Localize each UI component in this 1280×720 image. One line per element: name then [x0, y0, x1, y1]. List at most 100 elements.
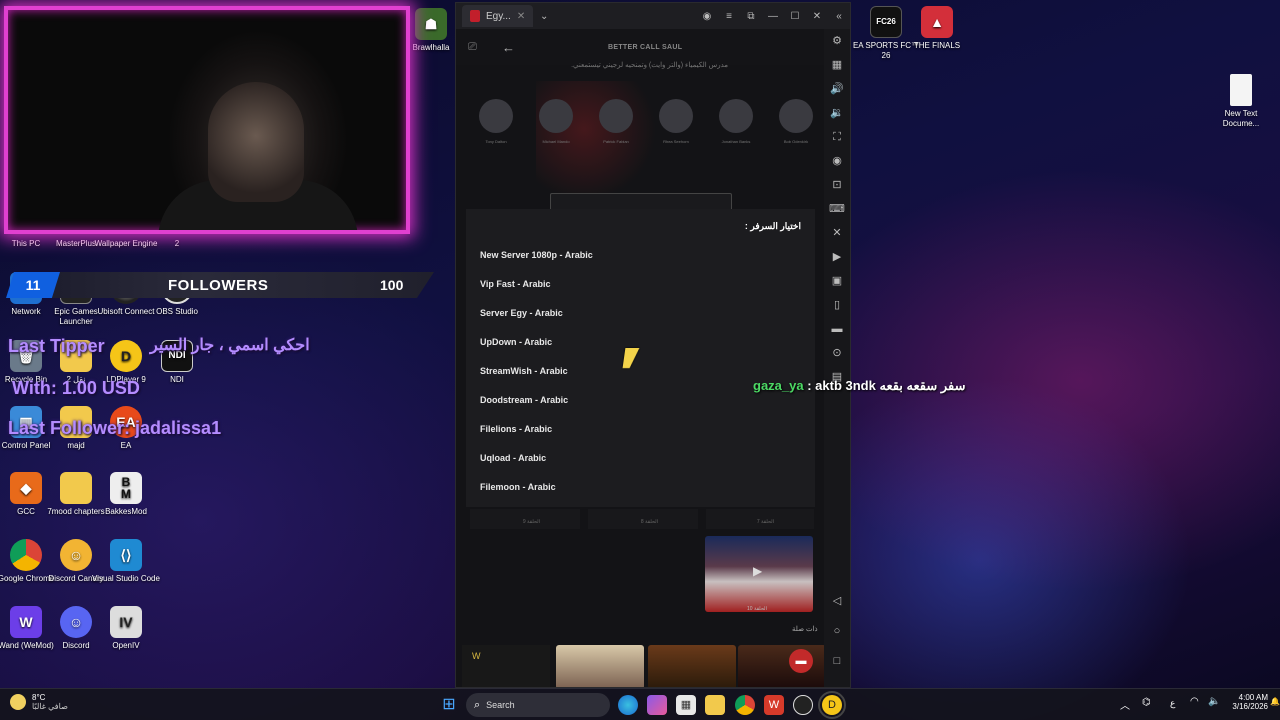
- cast-member[interactable]: Jonathan Banks: [716, 99, 756, 144]
- discord-canary-icon: ☺: [60, 539, 92, 571]
- episode-card[interactable]: الحلقة 9: [470, 509, 580, 529]
- server-option[interactable]: Vip Fast - Arabic: [480, 279, 551, 289]
- maximize-icon[interactable]: ☐: [784, 11, 806, 22]
- back-arrow-icon[interactable]: ←: [502, 40, 515, 55]
- last-tipper-label: Last Tipper: [8, 336, 105, 356]
- keyboard-icon[interactable]: ▦: [824, 53, 850, 77]
- weather-widget[interactable]: 8°C صافي غالبًا: [10, 693, 68, 711]
- cast-member[interactable]: Michael Mando: [536, 99, 576, 144]
- search-icon: ⌕: [474, 698, 481, 711]
- obs-taskbar-icon[interactable]: [793, 695, 813, 715]
- file-explorer-icon[interactable]: [705, 695, 725, 715]
- follower-counter-badge: 11: [6, 272, 60, 298]
- wifi-icon[interactable]: ◠: [1190, 696, 1199, 707]
- android-home-icon[interactable]: ○: [824, 619, 850, 643]
- emulator-window[interactable]: Egy... ✕ ⌄ ◉ ≡ ⧉ — ☐ ✕ « ⎚ ← BETTER CALL…: [455, 2, 851, 688]
- gcc-icon: ◆: [10, 472, 42, 504]
- wps-icon[interactable]: W: [764, 695, 784, 715]
- followers-label: FOLLOWERS: [168, 276, 269, 294]
- collapse-sidebar-icon[interactable]: «: [828, 11, 850, 22]
- desktop-icon-bakkesmod[interactable]: BM BakkesMod: [91, 472, 161, 517]
- record-icon[interactable]: ◉: [824, 149, 850, 173]
- settings-icon[interactable]: ⚙: [824, 29, 850, 53]
- apk-icon[interactable]: ▣: [824, 269, 850, 293]
- emulator-titlebar[interactable]: Egy... ✕ ⌄ ◉ ≡ ⧉ — ☐ ✕ «: [456, 3, 850, 29]
- server-option[interactable]: Filelions - Arabic: [480, 424, 552, 434]
- language-indicator[interactable]: ع: [1170, 698, 1175, 709]
- icon-label: NDI: [170, 375, 184, 384]
- last-follower: Last Follower: jadalissa1: [8, 418, 222, 438]
- cast-member[interactable]: Tony Dalton: [476, 99, 516, 144]
- chrome-taskbar-icon[interactable]: [735, 695, 755, 715]
- copilot-icon[interactable]: [647, 695, 667, 715]
- minimize-icon[interactable]: —: [762, 11, 784, 22]
- screenshot-icon[interactable]: ⊡: [824, 173, 850, 197]
- desktop-icon-the-finals[interactable]: ▲ THE FINALS: [902, 6, 972, 51]
- mouse-cursor-icon: [622, 348, 640, 368]
- clock[interactable]: 4:00 AM 3/16/2026: [1224, 693, 1268, 711]
- volume-icon[interactable]: 🔈: [1208, 696, 1220, 707]
- related-thumb[interactable]: [648, 645, 736, 687]
- video-icon[interactable]: ▶: [824, 245, 850, 269]
- cast-member[interactable]: Bob Odenkirk: [776, 99, 816, 144]
- server-option[interactable]: Server Egy - Arabic: [480, 308, 563, 318]
- taskbar-search[interactable]: ⌕ Search: [466, 693, 610, 717]
- tray-app-icon[interactable]: ⌬: [1142, 697, 1151, 708]
- emulator-tab[interactable]: Egy... ✕: [462, 5, 534, 27]
- search-placeholder: Search: [486, 700, 515, 710]
- episode-10-card[interactable]: ▶ الحلقة 10: [705, 536, 813, 612]
- android-back-icon[interactable]: ◁: [824, 589, 850, 613]
- fullscreen-icon[interactable]: ⛶: [824, 125, 850, 149]
- server-option[interactable]: UpDown - Arabic: [480, 337, 552, 347]
- folder-icon[interactable]: ▬: [824, 317, 850, 341]
- app-content: ⎚ ← BETTER CALL SAUL مدرس الكيمياء (والت…: [456, 29, 824, 687]
- android-recents-icon[interactable]: □: [824, 649, 850, 673]
- chat-fab[interactable]: ▬: [789, 649, 813, 673]
- server-selection-panel[interactable]: اختيار السرفر : New Server 1080p - Arabi…: [466, 209, 815, 507]
- server-option[interactable]: Uqload - Arabic: [480, 453, 546, 463]
- edge-icon[interactable]: [618, 695, 638, 715]
- episode-label: الحلقة 9: [522, 519, 540, 525]
- related-thumb[interactable]: W: [462, 645, 550, 687]
- cast-avatar: [599, 99, 633, 133]
- cast-name: Patrick Fabian: [603, 139, 629, 144]
- account-icon[interactable]: ◉: [696, 11, 718, 22]
- show-title: BETTER CALL SAUL: [608, 43, 683, 51]
- cast-member[interactable]: Rhea Seehorn: [656, 99, 696, 144]
- server-option[interactable]: Doodstream - Arabic: [480, 395, 568, 405]
- volume-down-icon[interactable]: 🔉: [824, 101, 850, 125]
- server-option[interactable]: New Server 1080p - Arabic: [480, 250, 593, 260]
- phone-icon[interactable]: ▯: [824, 293, 850, 317]
- last-tipper-message: احكي اسمي ، جار السير: [150, 337, 310, 354]
- clock-time: 4:00 AM: [1238, 693, 1268, 702]
- close-icon[interactable]: ✕: [806, 11, 828, 22]
- chevron-down-icon[interactable]: ⌄: [533, 11, 555, 22]
- related-thumb[interactable]: [556, 645, 644, 687]
- cast-icon[interactable]: ⎚: [468, 41, 477, 54]
- ldplayer-taskbar-icon[interactable]: D: [818, 691, 846, 719]
- episode-card[interactable]: الحلقة 8: [588, 509, 698, 529]
- start-button[interactable]: ⊞: [439, 695, 459, 715]
- notification-icon[interactable]: 🔔: [1270, 697, 1280, 706]
- tray-chevron-icon[interactable]: ︿: [1120, 697, 1130, 712]
- location-icon[interactable]: ⊙: [824, 341, 850, 365]
- close-x-icon[interactable]: ✕: [824, 221, 850, 245]
- store-icon[interactable]: ▦: [676, 695, 696, 715]
- pip-icon[interactable]: ⧉: [740, 11, 762, 22]
- menu-icon[interactable]: ≡: [718, 11, 740, 22]
- desktop-icon-vscode[interactable]: ⟨⟩ Visual Studio Code: [91, 539, 161, 584]
- desktop-icon-openiv[interactable]: IV OpenIV: [91, 606, 161, 651]
- tip-amount: With: 1.00 USD: [12, 378, 140, 398]
- text-document-icon: [1230, 74, 1252, 106]
- cast-member[interactable]: Patrick Fabian: [596, 99, 636, 144]
- volume-up-icon[interactable]: 🔊: [824, 77, 850, 101]
- cast-name: Tony Dalton: [485, 139, 507, 144]
- episode-card[interactable]: الحلقة 7: [706, 509, 814, 529]
- server-option[interactable]: StreamWish - Arabic: [480, 366, 568, 376]
- stream-chat-line: gaza_ya : aktb 3ndk سفر سقعه بقعه: [753, 378, 965, 394]
- gamepad-icon[interactable]: ⌨: [824, 197, 850, 221]
- desktop-icon-new-text-document[interactable]: New Text Docume...: [1206, 74, 1276, 129]
- tab-close-icon[interactable]: ✕: [517, 11, 525, 22]
- windows-taskbar: 8°C صافي غالبًا ⊞ ⌕ Search ▦ W D ︿ ⌬ ع ◠…: [0, 688, 1280, 720]
- server-option[interactable]: Filemoon - Arabic: [480, 482, 556, 492]
